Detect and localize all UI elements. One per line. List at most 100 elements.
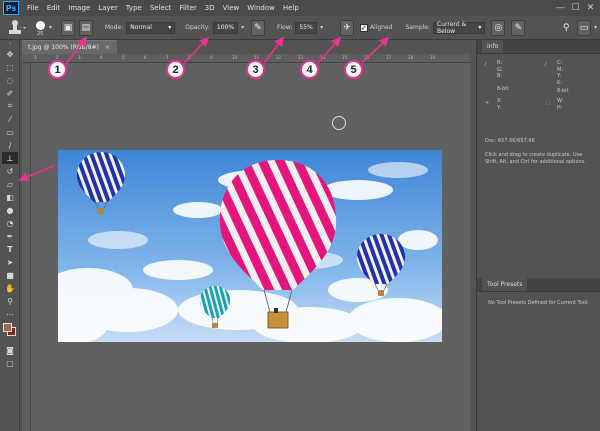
menu-filter[interactable]: Filter: [175, 4, 200, 12]
type-tool-icon[interactable]: T: [2, 243, 18, 255]
eyedropper-icon: ⁄: [485, 62, 486, 68]
zoom-tool-icon[interactable]: ⚲: [2, 295, 18, 307]
hot-air-balloons-photo: [58, 150, 442, 342]
eyedropper-tool-icon[interactable]: ⁄: [2, 113, 18, 125]
eraser-tool-icon[interactable]: ▱: [2, 178, 18, 190]
tool-preset-picker[interactable]: [4, 18, 28, 38]
menu-file[interactable]: File: [23, 4, 43, 12]
move-tool-icon[interactable]: ✥: [2, 48, 18, 60]
doc-size: Doc: 657.6K/657.6K: [485, 138, 535, 144]
foreground-color-swatch[interactable]: [3, 323, 12, 332]
pressure-opacity-button[interactable]: ✎: [251, 19, 266, 36]
document-image[interactable]: [58, 150, 442, 342]
photoshop-window: Ps File Edit Image Layer Type Select Fil…: [0, 0, 600, 431]
mode-label: Mode:: [104, 24, 124, 31]
menu-image[interactable]: Image: [64, 4, 94, 12]
clone-stamp-icon: [9, 19, 26, 34]
quick-mask-icon[interactable]: ◙: [2, 344, 18, 356]
brush-preset-picker[interactable]: 25: [34, 20, 46, 37]
menu-help[interactable]: Help: [279, 4, 303, 12]
sample-label: Sample:: [405, 24, 431, 31]
menu-view[interactable]: View: [219, 4, 244, 12]
callout-4: 4: [300, 60, 319, 79]
document-tab[interactable]: t.jpg @ 100% (RGB/8#) ×: [22, 40, 117, 54]
ruler-number: 19: [430, 55, 436, 60]
pen-tool-icon[interactable]: ✒: [2, 230, 18, 242]
bit-depth-right: 8-bit: [557, 88, 569, 94]
eyedropper-icon: ⁄: [545, 62, 546, 68]
ruler-number: 12: [276, 55, 282, 60]
clone-source-icon: ▤: [81, 22, 91, 33]
chevron-down-icon[interactable]: ▾: [49, 24, 52, 31]
workspace-button[interactable]: ▭: [576, 19, 591, 36]
ruler-number: 6: [144, 55, 147, 60]
ruler-number: 15: [342, 55, 348, 60]
toggle-brush-panel-button[interactable]: ▣: [60, 19, 75, 36]
ruler-number: 16: [364, 55, 370, 60]
clone-stamp-tool-icon[interactable]: ⊥: [2, 152, 18, 164]
paint-bucket-tool-icon[interactable]: ◧: [2, 191, 18, 203]
tool-presets-tab[interactable]: Tool Presets: [482, 278, 528, 291]
chevron-down-icon: ▾: [168, 24, 172, 31]
vertical-ruler[interactable]: [22, 63, 31, 431]
crosshair-icon: +: [485, 100, 490, 106]
path-selection-tool-icon[interactable]: ➤: [2, 256, 18, 268]
menu-edit[interactable]: Edit: [43, 4, 65, 12]
screen-mode-icon[interactable]: ▢: [2, 357, 18, 369]
toggle-clone-source-button[interactable]: ▤: [78, 19, 93, 36]
aligned-checkbox[interactable]: ✓: [360, 23, 368, 32]
document-tab-title: t.jpg @ 100% (RGB/8#): [28, 44, 99, 51]
xy-labels: X: Y:: [497, 98, 503, 111]
sample-select[interactable]: Current & Below ▾: [433, 21, 486, 35]
pressure-size-button[interactable]: ✎: [511, 19, 526, 36]
healing-brush-tool-icon[interactable]: ▭: [2, 126, 18, 138]
flow-input[interactable]: 55%: [295, 21, 318, 34]
brush-size-value: 25: [37, 30, 44, 37]
history-brush-tool-icon[interactable]: ↺: [2, 165, 18, 177]
dodge-tool-icon[interactable]: ◔: [2, 217, 18, 229]
info-panel-tab[interactable]: Info: [482, 40, 504, 53]
hand-tool-icon[interactable]: ✋: [2, 282, 18, 294]
marquee-tool-icon[interactable]: ⬚: [2, 61, 18, 73]
brush-tool-icon[interactable]: ∕: [2, 139, 18, 151]
menu-layer[interactable]: Layer: [94, 4, 122, 12]
airbrush-icon: ✈: [343, 22, 351, 33]
menu-select[interactable]: Select: [146, 4, 176, 12]
pen-pressure-icon: ✎: [254, 22, 262, 33]
close-window-button[interactable]: ✕: [583, 3, 598, 13]
blur-tool-icon[interactable]: ●: [2, 204, 18, 216]
menu-3d[interactable]: 3D: [201, 4, 219, 12]
horizontal-ruler[interactable]: 1 2 3 4 5 6 7 8 9 10 11 12 13 14 15 16 1…: [22, 54, 470, 63]
lasso-tool-icon[interactable]: ◌: [2, 74, 18, 86]
opacity-input[interactable]: 100%: [212, 21, 239, 34]
maximize-button[interactable]: ☐: [568, 3, 583, 13]
quick-selection-tool-icon[interactable]: ✐: [2, 87, 18, 99]
mode-select[interactable]: Normal ▾: [126, 21, 176, 34]
menu-type[interactable]: Type: [122, 4, 146, 12]
shape-tool-icon[interactable]: ■: [2, 269, 18, 281]
minimize-button[interactable]: —: [553, 3, 568, 13]
search-button[interactable]: ⚲: [559, 20, 573, 36]
crop-tool-icon[interactable]: ⌗: [2, 100, 18, 112]
callout-5: 5: [344, 60, 363, 79]
bit-depth-left: 8-bit: [497, 86, 509, 92]
tool-presets-message: No Tool Presets Defined for Current Tool…: [488, 300, 589, 306]
aligned-label: Aligned: [369, 24, 393, 31]
airbrush-button[interactable]: ✈: [340, 19, 355, 36]
ignore-adjustment-layers-button[interactable]: ◎: [491, 19, 506, 36]
dimensions-icon: ⬚: [545, 100, 550, 106]
info-panel-header[interactable]: Info: [477, 40, 600, 54]
close-icon[interactable]: ×: [105, 44, 110, 51]
ruler-number: 8: [188, 55, 191, 60]
collapse-toolbar-icon[interactable]: »: [2, 41, 18, 47]
workspace-chevron-icon[interactable]: ▾: [594, 24, 597, 31]
ruler-number: 4: [100, 55, 103, 60]
tool-presets-header[interactable]: Tool Presets: [477, 278, 600, 292]
opacity-slider-chevron-icon[interactable]: ▾: [241, 24, 244, 31]
brush-tip-icon: [36, 20, 45, 30]
more-tools-icon[interactable]: ⋯: [2, 308, 18, 320]
brush-cursor: [332, 116, 346, 130]
flow-slider-chevron-icon[interactable]: ▾: [320, 24, 323, 31]
opacity-label: Opacity:: [185, 24, 210, 31]
menu-window[interactable]: Window: [243, 4, 279, 12]
